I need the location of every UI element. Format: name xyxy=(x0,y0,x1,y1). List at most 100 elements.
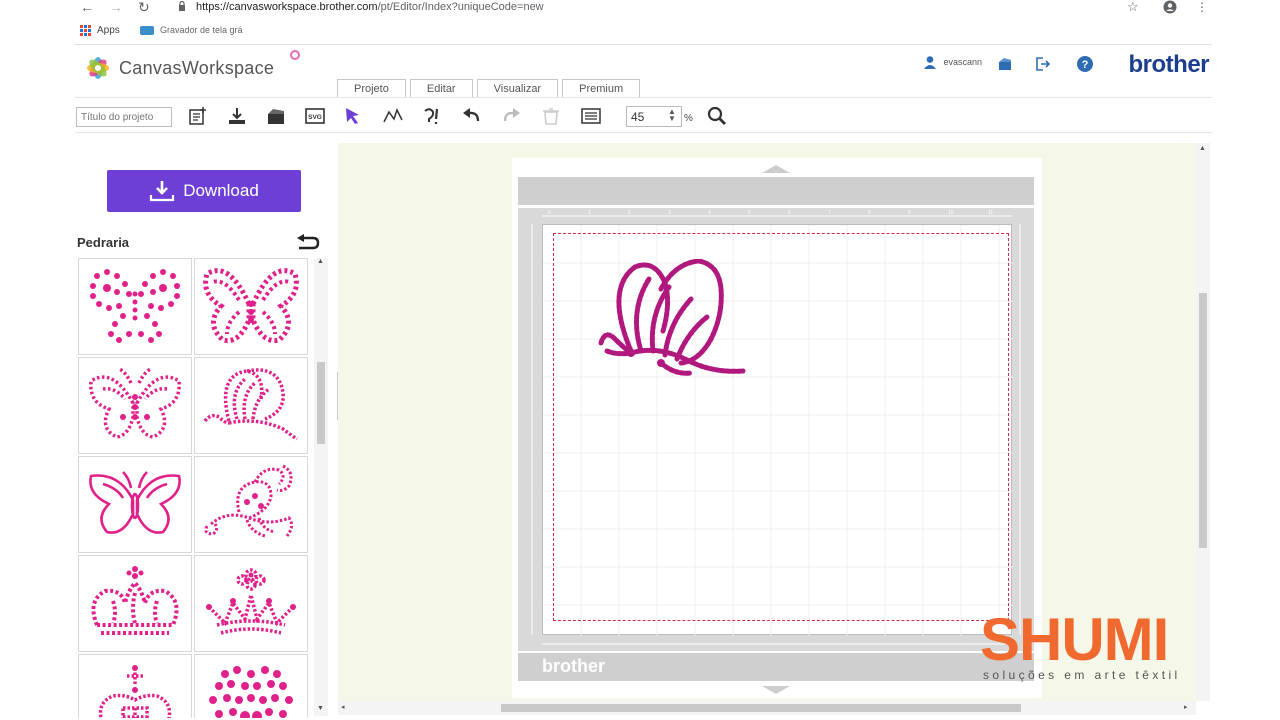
mat-feed-arrow-down-icon xyxy=(762,686,790,694)
back-return-icon[interactable] xyxy=(295,233,321,251)
app-header: CanvasWorkspace Projeto Editar Visualiza… xyxy=(75,44,1212,98)
grid-item-crown-3[interactable] xyxy=(78,654,192,718)
help-icon[interactable]: ? xyxy=(1076,55,1094,73)
svg-text:8: 8 xyxy=(868,210,871,216)
storage-box-icon[interactable] xyxy=(996,55,1014,73)
svg-import-icon[interactable]: SVG xyxy=(304,106,326,126)
svg-text:2: 2 xyxy=(628,210,631,216)
rhinestone-butterfly-ornate-icon xyxy=(204,464,294,537)
trash-icon[interactable] xyxy=(540,106,562,126)
panel-scrollbar[interactable]: ▲ ▼ xyxy=(314,258,328,716)
apps-grid-icon xyxy=(80,25,91,36)
bookmark-screen-recorder[interactable]: Gravador de tela grá xyxy=(140,25,243,35)
lock-icon xyxy=(179,1,185,11)
cutting-mat: 0 1 2 3 4 5 6 7 8 9 10 11 brother xyxy=(512,158,1042,698)
tab-premium[interactable]: Premium xyxy=(562,79,641,98)
menu-dots-icon[interactable]: ⋮ xyxy=(1196,0,1208,14)
tab-projeto[interactable]: Projeto xyxy=(337,79,406,98)
zoom-stepper-icon[interactable]: ▲ ▼ xyxy=(668,108,676,123)
grid-item-crown-1[interactable] xyxy=(78,555,192,652)
section-title: Pedraria xyxy=(77,235,130,250)
address-bar[interactable]: https://canvasworkspace.brother.com/pt/E… xyxy=(196,1,544,13)
download-icon[interactable] xyxy=(226,106,248,126)
bookmark-label: Gravador de tela grá xyxy=(160,25,243,35)
grid-item-crown-2[interactable] xyxy=(194,555,308,652)
rhinestone-butterfly-icon xyxy=(203,267,299,343)
tab-editar[interactable]: Editar xyxy=(409,79,473,98)
rhinestone-butterfly-icon xyxy=(90,268,180,343)
workspace-hscroll-thumb[interactable] xyxy=(501,704,1021,712)
mat-frame: 0 1 2 3 4 5 6 7 8 9 10 11 xyxy=(518,208,1034,651)
scroll-left-icon[interactable]: ◂ xyxy=(341,703,345,711)
node-edit-icon[interactable] xyxy=(382,106,404,126)
open-box-icon[interactable] xyxy=(265,106,287,126)
workspace-horizontal-scrollbar[interactable]: ◂ ▸ xyxy=(338,701,1196,715)
logo-badge-icon xyxy=(290,50,300,60)
toolbar: SVG 45 ▲▼ % xyxy=(75,97,1212,133)
user-menu[interactable]: evascann xyxy=(923,55,982,69)
workspace-vscroll-thumb[interactable] xyxy=(1199,293,1207,548)
scroll-down-icon[interactable]: ▼ xyxy=(317,705,324,712)
svg-text:SVG: SVG xyxy=(308,114,322,121)
app-logo-text: CanvasWorkspace xyxy=(119,58,275,78)
shumi-watermark: SHUMI soluções em arte têxtil xyxy=(980,610,1230,684)
svg-text:7: 7 xyxy=(828,210,831,216)
mat-top-strip xyxy=(518,177,1034,205)
mat-brand-logo: brother xyxy=(542,656,605,676)
watermark-subtitle: soluções em arte têxtil xyxy=(983,668,1181,682)
redo-icon[interactable] xyxy=(500,106,522,126)
scroll-up-icon[interactable]: ▲ xyxy=(1199,145,1206,152)
forward-arrow-icon[interactable]: → xyxy=(109,0,123,14)
new-project-icon[interactable] xyxy=(187,106,209,126)
logout-icon[interactable] xyxy=(1034,55,1052,73)
svg-text:3: 3 xyxy=(668,210,671,216)
rhinestone-crown-cross-icon xyxy=(98,664,172,718)
grid-item-butterfly-6[interactable] xyxy=(194,456,308,553)
back-arrow-icon[interactable]: ← xyxy=(80,0,94,14)
svg-text:0: 0 xyxy=(548,210,551,216)
grid-item-butterfly-2[interactable] xyxy=(194,258,308,355)
rhinestone-tiara-icon xyxy=(206,567,296,635)
mat-feed-arrow-up-icon xyxy=(762,165,790,173)
scroll-up-icon[interactable]: ▲ xyxy=(317,258,324,265)
svg-text:11: 11 xyxy=(988,210,993,216)
account-icon[interactable] xyxy=(1163,0,1177,14)
main-tabs: Projeto Editar Visualizar Premium xyxy=(337,79,641,98)
mat-bottom-strip: brother xyxy=(518,653,1034,681)
grid-item-pattern[interactable] xyxy=(194,654,308,718)
grid-item-butterfly-3[interactable] xyxy=(78,357,192,454)
star-icon[interactable]: ☆ xyxy=(1127,0,1139,14)
scroll-right-icon[interactable]: ▸ xyxy=(1184,703,1188,711)
select-arrow-icon[interactable] xyxy=(343,106,365,126)
list-menu-icon[interactable] xyxy=(580,106,602,126)
undo-icon[interactable] xyxy=(461,106,483,126)
rhinestone-butterfly-icon xyxy=(89,366,181,439)
svg-text:?: ? xyxy=(1082,59,1089,71)
panel-scroll-thumb[interactable] xyxy=(317,362,325,444)
magic-edit-icon[interactable] xyxy=(421,106,443,126)
rhinestone-butterfly-side-icon xyxy=(203,367,298,440)
search-zoom-icon[interactable] xyxy=(706,106,728,126)
username: evascann xyxy=(943,57,982,67)
project-title-input[interactable] xyxy=(76,107,172,127)
svg-text:5: 5 xyxy=(748,210,751,216)
svg-text:1: 1 xyxy=(588,210,591,216)
svg-text:10: 10 xyxy=(948,210,954,216)
grid-item-butterfly-1[interactable] xyxy=(78,258,192,355)
rhinestone-pattern-icon xyxy=(209,665,293,718)
grid-item-butterfly-5[interactable] xyxy=(78,456,192,553)
reload-icon[interactable]: ↻ xyxy=(138,0,150,14)
grid-item-butterfly-4[interactable] xyxy=(194,357,308,454)
camera-icon xyxy=(140,25,154,35)
user-icon xyxy=(924,56,937,69)
svg-text:9: 9 xyxy=(908,210,911,216)
placed-butterfly-design[interactable] xyxy=(595,259,751,381)
download-button[interactable]: Download xyxy=(107,170,301,212)
tab-visualizar[interactable]: Visualizar xyxy=(476,79,559,98)
download-arrow-icon xyxy=(150,181,175,202)
zoom-unit: % xyxy=(684,113,693,124)
brother-logo: brother xyxy=(1128,51,1210,78)
browser-bar: ← → ↻ https://canvasworkspace.brother.co… xyxy=(0,0,1280,20)
bookmark-apps[interactable]: Apps xyxy=(80,25,120,36)
bookmark-label: Apps xyxy=(97,25,120,36)
